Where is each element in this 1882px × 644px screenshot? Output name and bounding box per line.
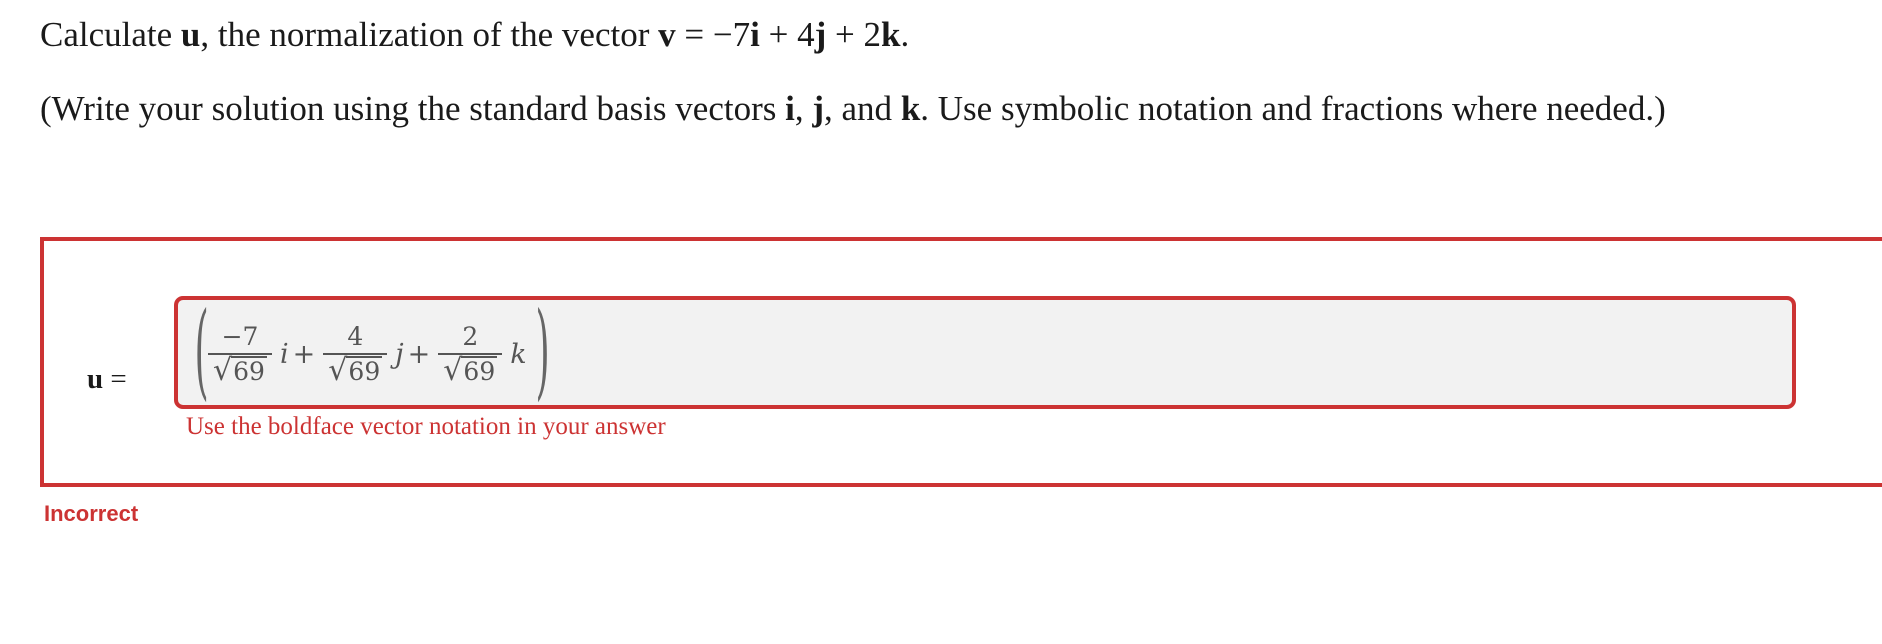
- question-text: .: [900, 15, 910, 54]
- variable-i: i: [280, 338, 289, 370]
- open-paren: (: [194, 289, 209, 411]
- plus-operator: +: [292, 338, 316, 370]
- fraction: 4 √ 69: [323, 322, 388, 388]
- fraction-numerator: −7: [208, 322, 272, 355]
- sqrt-symbol: √: [443, 352, 463, 388]
- question-line-1: Calculate u, the normalization of the ve…: [40, 17, 909, 52]
- fraction-denominator: √ 69: [443, 352, 498, 388]
- question-text: , the normalization of the vector: [200, 15, 659, 54]
- plus-operator: +: [407, 338, 431, 370]
- radicand: 69: [461, 355, 498, 386]
- status-incorrect: Incorrect: [44, 501, 139, 526]
- answer-input[interactable]: ( −7 √ 69 i + 4 √ 69 j + 2 √ 69 k): [174, 296, 1796, 409]
- sqrt-symbol: √: [213, 352, 233, 388]
- basis-k-bold: k: [881, 15, 901, 54]
- radicand: 69: [346, 355, 383, 386]
- fraction: −7 √ 69: [208, 322, 272, 386]
- basis-j-bold: j: [814, 15, 827, 54]
- question-text: + 4: [759, 15, 815, 54]
- question-text: Calculate: [40, 15, 181, 54]
- radicand: 69: [231, 355, 267, 386]
- question-line-2: (Write your solution using the standard …: [40, 91, 1666, 126]
- math-expression: ( −7 √ 69 i + 4 √ 69 j + 2 √ 69 k): [190, 298, 550, 402]
- basis-i-bold: i: [785, 89, 795, 128]
- fraction-numerator: 4: [323, 322, 388, 355]
- sqrt-symbol: √: [328, 352, 348, 388]
- instruction-text: (Write your solution using the standard …: [40, 89, 786, 128]
- vector-v-bold: v: [658, 15, 676, 54]
- feedback-message: Use the boldface vector notation in your…: [186, 413, 666, 440]
- fraction-numerator: 2: [438, 322, 503, 355]
- close-paren: ): [535, 289, 550, 411]
- fraction: 2 √ 69: [438, 322, 503, 388]
- basis-i-bold: i: [750, 15, 760, 54]
- basis-j-bold: j: [812, 89, 825, 128]
- answer-label-var: u: [87, 363, 104, 395]
- instruction-text: . Use symbolic notation and fractions wh…: [920, 89, 1666, 128]
- fraction-denominator: √ 69: [328, 352, 383, 388]
- vector-u-bold: u: [180, 15, 201, 54]
- instruction-text: ,: [794, 89, 813, 128]
- answer-label-equals: =: [103, 363, 127, 395]
- basis-k-bold: k: [900, 89, 921, 128]
- variable-j: j: [395, 338, 404, 370]
- answer-label: u =: [87, 365, 127, 394]
- variable-k: k: [510, 338, 527, 370]
- answer-container: u = ( −7 √ 69 i + 4 √ 69 j + 2 √ 69 k) …: [40, 237, 1882, 487]
- instruction-text: , and: [824, 89, 901, 128]
- question-text: + 2: [826, 15, 882, 54]
- fraction-denominator: √ 69: [213, 355, 267, 386]
- question-text: = −7: [675, 15, 751, 54]
